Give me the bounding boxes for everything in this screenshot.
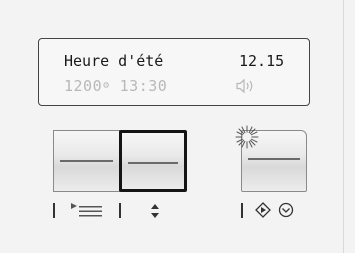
left-button[interactable] [53, 130, 120, 192]
gear-icon: ⚙ [103, 80, 110, 91]
indicator-light-icon [235, 125, 259, 149]
start-stop-icon [255, 202, 294, 218]
separator-tick [241, 203, 243, 218]
middle-button[interactable] [119, 130, 187, 192]
button-groove [60, 160, 113, 162]
lcd-display: Heure d'été 12.15 1200⚙ 13:30 [38, 38, 310, 106]
button-groove [128, 162, 178, 164]
secondary-time: 13:30 [119, 77, 168, 95]
speaker-icon [236, 78, 253, 94]
separator-tick [53, 203, 55, 218]
setting-label: Heure d'été [64, 52, 164, 70]
setting-time: 12.15 [239, 52, 285, 70]
list-icon [71, 203, 102, 217]
separator-tick [119, 203, 121, 218]
up-down-arrows-icon [151, 204, 159, 218]
secondary-value: 1200 [64, 77, 103, 95]
button-groove [248, 158, 300, 160]
panel-edge [343, 0, 344, 253]
secondary-readout: 1200⚙ 13:30 [64, 77, 167, 95]
